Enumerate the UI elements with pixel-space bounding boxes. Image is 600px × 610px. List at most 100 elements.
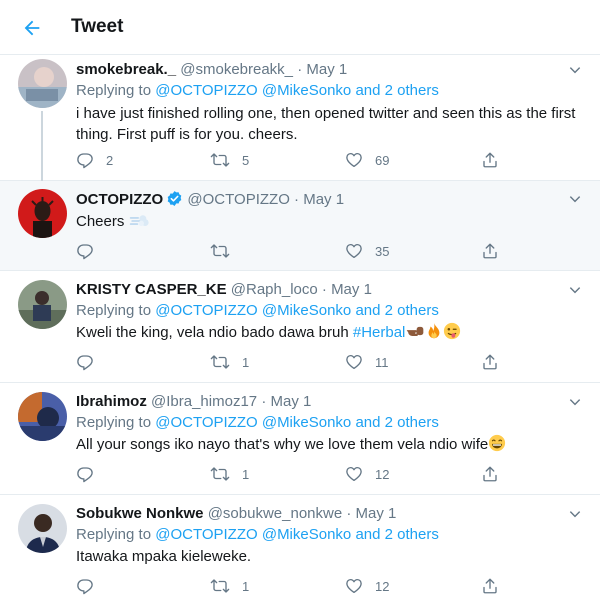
share-icon [483,466,497,482]
replying-mentions[interactable]: @OCTOPIZZO @MikeSonko [155,82,351,99]
avatar[interactable] [18,392,67,441]
like-count: 11 [375,354,389,370]
verified-badge-icon [166,190,183,207]
chevron-down-icon[interactable] [566,61,584,79]
tweet-date[interactable]: May 1 [331,281,372,298]
share-icon [483,578,497,594]
replying-and: and [355,82,381,99]
tweet-text: i have just finished rolling one, then o… [76,105,576,143]
replying-others[interactable]: 2 others [385,526,439,543]
replying-prefix: Replying to [76,526,152,543]
replying-prefix: Replying to [76,414,152,431]
like-button[interactable]: 69 [345,150,389,170]
back-arrow-icon[interactable] [18,14,46,42]
replying-others[interactable]: 2 others [385,302,439,319]
retweet-count: 1 [242,354,250,370]
display-name[interactable]: KRISTY CASPER_KE [76,281,227,298]
chevron-down-icon[interactable] [566,190,584,208]
tweet-octopizzo[interactable]: OCTOPIZZO @OCTOPIZZO · May 1 Cheers 35 [0,181,600,271]
chevron-down-icon[interactable] [566,393,584,411]
replying-mentions[interactable]: @OCTOPIZZO @MikeSonko [155,414,351,431]
user-handle[interactable]: @OCTOPIZZO [187,191,289,208]
retweet-button[interactable]: 1 [210,352,249,372]
share-button[interactable] [481,576,499,596]
user-handle[interactable]: @Raph_loco [231,281,318,298]
reply-button[interactable] [76,576,106,596]
hashtag-link[interactable]: #Herbal [353,324,406,341]
display-name[interactable]: Sobukwe Nonkwe [76,505,204,522]
tweet-header: KRISTY CASPER_KE @Raph_loco · May 1 [76,281,372,299]
avatar[interactable] [18,280,67,329]
tweet-kristy-casper[interactable]: KRISTY CASPER_KE @Raph_loco · May 1 Repl… [0,271,600,383]
tweet-date[interactable]: May 1 [306,61,347,78]
like-button[interactable]: 35 [345,241,389,261]
grinning-emoji-icon [488,434,506,452]
avatar[interactable] [18,189,67,238]
replying-to: Replying to @OCTOPIZZO @MikeSonko and 2 … [76,414,439,432]
chevron-down-icon[interactable] [566,281,584,299]
display-name[interactable]: OCTOPIZZO [76,191,163,208]
heart-icon [346,578,362,594]
heart-icon [346,354,362,370]
thread-line [41,111,43,181]
avatar[interactable] [18,59,67,108]
replying-to: Replying to @OCTOPIZZO @MikeSonko and 2 … [76,526,439,544]
share-icon [483,354,497,370]
dash-emoji-icon [129,213,149,229]
avatar[interactable] [18,504,67,553]
winking-tongue-emoji-icon [443,322,461,340]
separator-dot: · [294,191,300,208]
reply-button[interactable] [76,352,106,372]
reply-icon [77,153,93,169]
like-button[interactable]: 12 [345,576,389,596]
reply-button[interactable]: 2 [76,150,113,170]
tweet-sobukwe-nonkwe[interactable]: Sobukwe Nonkwe @sobukwe_nonkwe · May 1 R… [0,495,600,610]
replying-mentions[interactable]: @OCTOPIZZO @MikeSonko [155,526,351,543]
replying-and: and [355,302,381,319]
retweet-button[interactable]: 5 [210,150,249,170]
replying-others[interactable]: 2 others [385,414,439,431]
top-bar: Tweet [0,0,600,55]
retweet-count: 5 [242,152,250,168]
tweet-text: Cheers [76,213,125,230]
user-handle[interactable]: @Ibra_himoz17 [151,393,257,410]
share-icon [483,243,497,259]
replying-prefix: Replying to [76,82,152,99]
replying-mentions[interactable]: @OCTOPIZZO @MikeSonko [155,302,351,319]
fire-emoji-icon [425,322,443,340]
chevron-down-icon[interactable] [566,505,584,523]
retweet-button[interactable]: 1 [210,576,249,596]
tweet-date[interactable]: May 1 [270,393,311,410]
replying-to: Replying to @OCTOPIZZO @MikeSonko and 2 … [76,302,439,320]
user-handle[interactable]: @sobukwe_nonkwe [208,505,342,522]
display-name[interactable]: smokebreak._ [76,61,176,78]
separator-dot: · [321,281,327,298]
tweet-actions: 2 5 69 [76,150,516,170]
page-title: Tweet [71,16,124,37]
tweet-date[interactable]: May 1 [303,191,344,208]
tweet-header: Sobukwe Nonkwe @sobukwe_nonkwe · May 1 [76,505,396,523]
share-button[interactable] [481,464,499,484]
retweet-button[interactable] [210,241,242,261]
tweet-text: Kweli the king, vela ndio bado dawa bruh [76,324,353,341]
retweet-button[interactable]: 1 [210,464,249,484]
reply-button[interactable] [76,464,106,484]
retweet-icon [210,153,230,167]
like-count: 35 [375,243,390,259]
share-button[interactable] [481,241,499,261]
reply-icon [77,579,93,595]
tweet-date[interactable]: May 1 [356,505,397,522]
user-handle[interactable]: @smokebreakk_ [180,61,293,78]
replying-others[interactable]: 2 others [385,82,439,99]
like-button[interactable]: 12 [345,464,389,484]
display-name[interactable]: Ibrahimoz [76,393,147,410]
like-button[interactable]: 11 [345,352,389,372]
tweet-smokebreak[interactable]: smokebreak._ @smokebreakk_ · May 1 Reply… [0,55,600,181]
share-icon [483,152,497,168]
tweet-actions: 1 12 [76,464,516,484]
reply-button[interactable] [76,241,106,261]
share-button[interactable] [481,352,499,372]
tweet-ibrahimoz[interactable]: Ibrahimoz @Ibra_himoz17 · May 1 Replying… [0,383,600,495]
share-button[interactable] [481,150,499,170]
reply-count: 2 [106,152,114,168]
